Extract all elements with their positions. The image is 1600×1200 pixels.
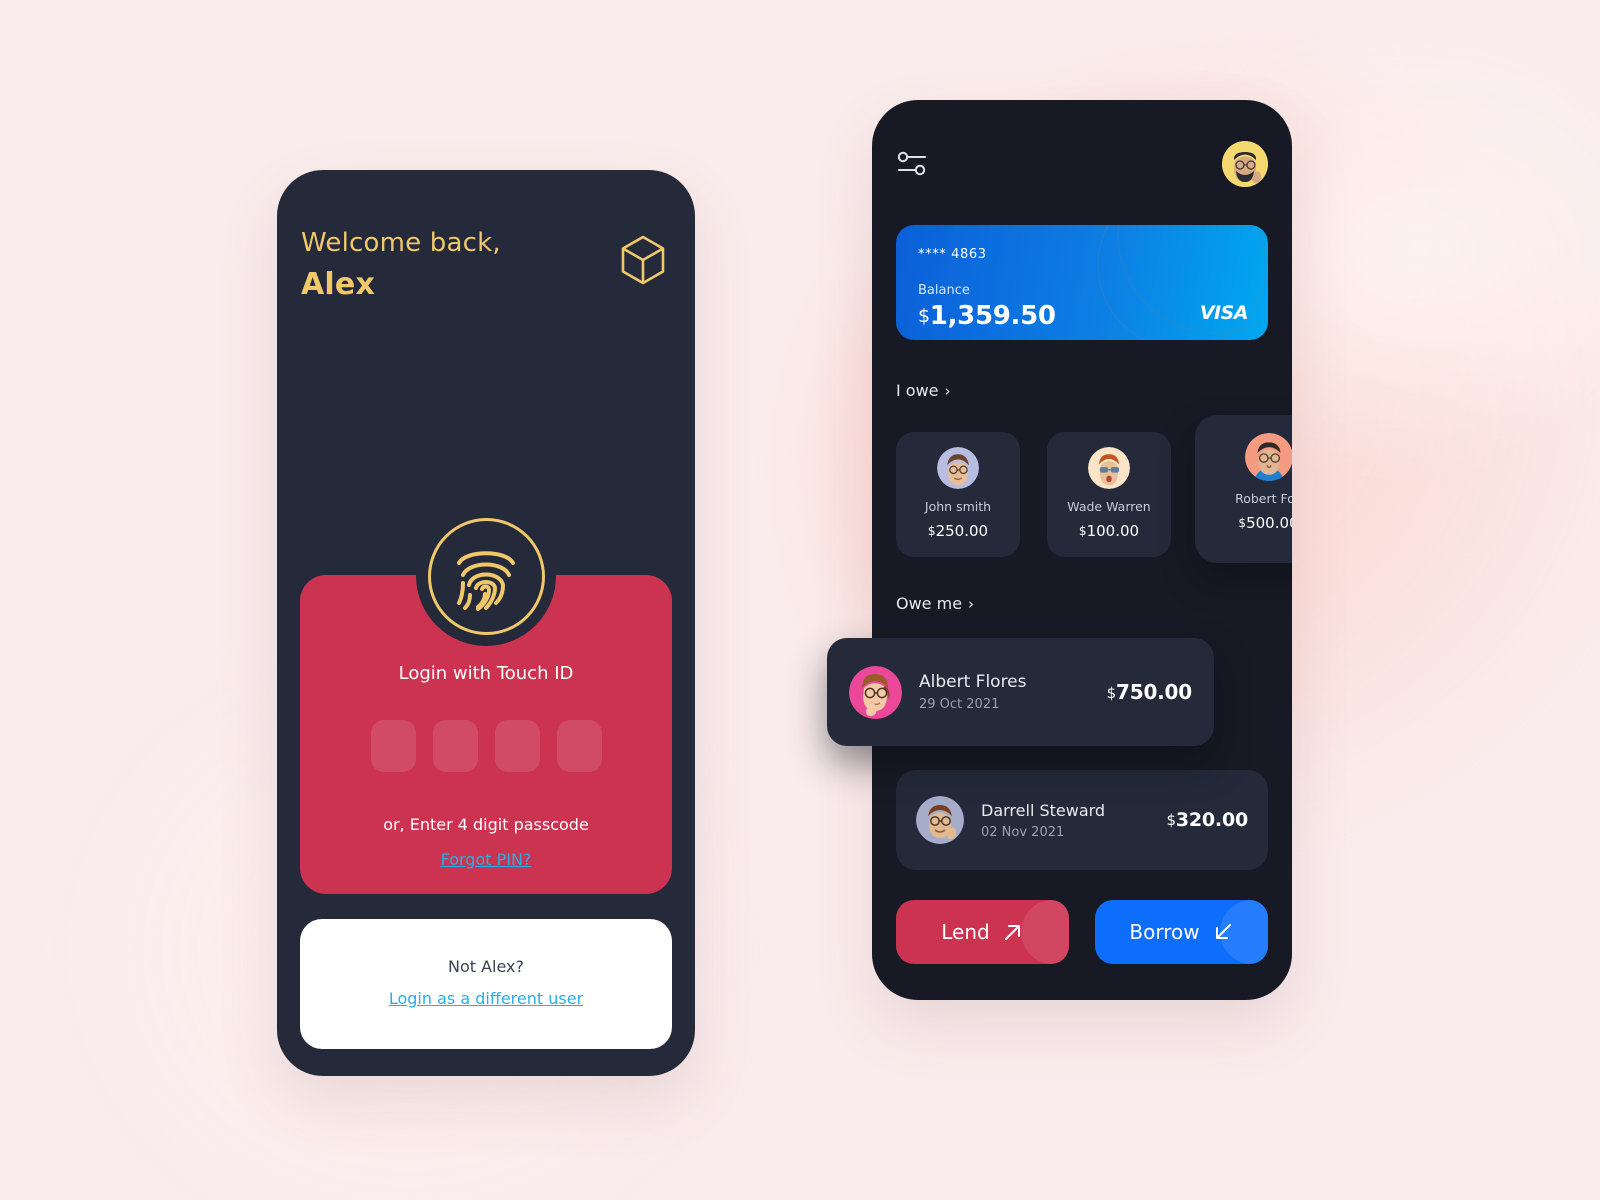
amount-value: 100.00 bbox=[1086, 522, 1140, 540]
card-masked-number: **** 4863 bbox=[918, 247, 987, 262]
avatar bbox=[849, 665, 902, 719]
avatar bbox=[1088, 447, 1130, 489]
amount-value: 500.00 bbox=[1246, 514, 1292, 532]
chevron-right-icon: › bbox=[968, 594, 975, 613]
person-amount: $100.00 bbox=[1047, 522, 1171, 540]
i-owe-tile-wade-warren[interactable]: Wade Warren $100.00 bbox=[1047, 432, 1171, 557]
avatar bbox=[937, 447, 979, 489]
amount-value: 750.00 bbox=[1116, 680, 1192, 704]
person-amount: $500.00 bbox=[1195, 514, 1292, 532]
person-name: Robert Fox bbox=[1235, 491, 1292, 506]
switch-user-card: Not Alex? Login as a different user bbox=[300, 919, 672, 1049]
owe-me-text: Darrell Steward 02 Nov 2021 bbox=[981, 801, 1167, 840]
i-owe-section-header[interactable]: I owe › bbox=[896, 381, 951, 400]
transaction-date: 02 Nov 2021 bbox=[981, 824, 1065, 840]
currency-symbol: $ bbox=[1238, 516, 1247, 530]
forgot-pin-link[interactable]: Forgot PIN? bbox=[300, 850, 672, 869]
person-name: Albert Flores bbox=[919, 672, 1027, 692]
person-name: John smith bbox=[924, 499, 992, 514]
avatar-face-art bbox=[1244, 433, 1292, 481]
fingerprint-button[interactable] bbox=[416, 506, 556, 646]
avatar-face-art bbox=[937, 447, 979, 489]
owe-me-row-darrell-steward[interactable]: Darrell Steward 02 Nov 2021 $320.00 bbox=[896, 770, 1268, 870]
currency-symbol: $ bbox=[927, 524, 936, 538]
card-balance-label: Balance bbox=[918, 283, 970, 298]
pin-digit-1[interactable] bbox=[370, 720, 416, 772]
welcome-text: Welcome back, Alex bbox=[301, 228, 501, 302]
currency-symbol: $ bbox=[1106, 684, 1117, 702]
amount-value: 250.00 bbox=[935, 522, 989, 540]
balance-card[interactable]: **** 4863 Balance $1,359.50 VISA bbox=[896, 225, 1268, 340]
fingerprint-ring bbox=[427, 517, 545, 635]
person-amount: $250.00 bbox=[896, 522, 1020, 540]
pin-digit-2[interactable] bbox=[432, 720, 478, 772]
switch-user-link[interactable]: Login as a different user bbox=[300, 989, 672, 1008]
borrow-button-label: Borrow bbox=[1129, 920, 1200, 944]
wallet-phone: **** 4863 Balance $1,359.50 VISA I owe › bbox=[827, 100, 1292, 1000]
owe-me-amount: $320.00 bbox=[1166, 809, 1249, 831]
greeting-line: Welcome back, bbox=[301, 228, 501, 258]
owe-me-section-header[interactable]: Owe me › bbox=[896, 594, 974, 613]
lend-button-label: Lend bbox=[941, 920, 990, 944]
i-owe-label: I owe bbox=[896, 381, 939, 400]
touch-id-title: Login with Touch ID bbox=[398, 663, 574, 684]
login-phone: Welcome back, Alex Login with Touch ID o bbox=[277, 170, 695, 1076]
fingerprint-icon bbox=[457, 551, 515, 611]
cube-icon bbox=[619, 234, 667, 290]
i-owe-tile-john-smith[interactable]: John smith $250.00 bbox=[896, 432, 1020, 557]
user-avatar[interactable] bbox=[1222, 141, 1268, 187]
wallet-header bbox=[896, 136, 1268, 192]
lend-button-blob bbox=[1021, 900, 1069, 964]
pin-digit-4[interactable] bbox=[556, 720, 602, 772]
currency-symbol: $ bbox=[1078, 524, 1087, 538]
pin-entry-row[interactable] bbox=[300, 720, 672, 772]
pin-digit-3[interactable] bbox=[494, 720, 540, 772]
avatar bbox=[1244, 433, 1292, 481]
wallet-phone-screen: **** 4863 Balance $1,359.50 VISA I owe › bbox=[872, 100, 1292, 1000]
owe-me-amount: $750.00 bbox=[1106, 680, 1193, 704]
avatar bbox=[916, 796, 964, 844]
card-balance-amount: $1,359.50 bbox=[918, 301, 1056, 331]
card-currency-symbol: $ bbox=[918, 305, 930, 327]
i-owe-tile-robert-fox[interactable]: Robert Fox $500.00 bbox=[1195, 415, 1292, 563]
visa-logo: VISA bbox=[1199, 302, 1249, 324]
person-name: Darrell Steward bbox=[981, 800, 1106, 820]
login-phone-screen: Welcome back, Alex Login with Touch ID o bbox=[277, 170, 695, 1076]
avatar-face-art bbox=[1088, 447, 1130, 489]
transaction-date: 29 Oct 2021 bbox=[919, 697, 1000, 712]
user-name: Alex bbox=[301, 266, 375, 302]
amount-value: 320.00 bbox=[1175, 809, 1248, 831]
owe-me-row-albert-flores[interactable]: Albert Flores 29 Oct 2021 $750.00 bbox=[827, 638, 1214, 746]
arrow-down-left-icon bbox=[1212, 921, 1234, 943]
lend-button[interactable]: Lend bbox=[896, 900, 1069, 964]
i-owe-list: John smith $250.00 Wade Warren $100.00 R… bbox=[896, 415, 1292, 567]
person-name: Wade Warren bbox=[1067, 499, 1151, 514]
switch-user-question: Not Alex? bbox=[447, 957, 525, 976]
avatar-face-art bbox=[1222, 141, 1268, 187]
welcome-header: Welcome back, Alex bbox=[301, 228, 671, 302]
arrow-up-right-icon bbox=[1002, 921, 1024, 943]
settings-sliders-icon[interactable] bbox=[896, 148, 932, 180]
owe-me-text: Albert Flores 29 Oct 2021 bbox=[919, 672, 1107, 712]
owe-me-label: Owe me bbox=[896, 594, 963, 613]
chevron-right-icon: › bbox=[944, 381, 951, 400]
card-balance-value: 1,359.50 bbox=[929, 301, 1056, 331]
currency-symbol: $ bbox=[1166, 811, 1177, 829]
action-buttons: Lend Borrow bbox=[896, 900, 1268, 964]
avatar-face-art bbox=[849, 665, 902, 719]
borrow-button[interactable]: Borrow bbox=[1095, 900, 1268, 964]
passcode-hint: or, Enter 4 digit passcode bbox=[383, 815, 589, 834]
avatar-face-art bbox=[916, 796, 964, 844]
